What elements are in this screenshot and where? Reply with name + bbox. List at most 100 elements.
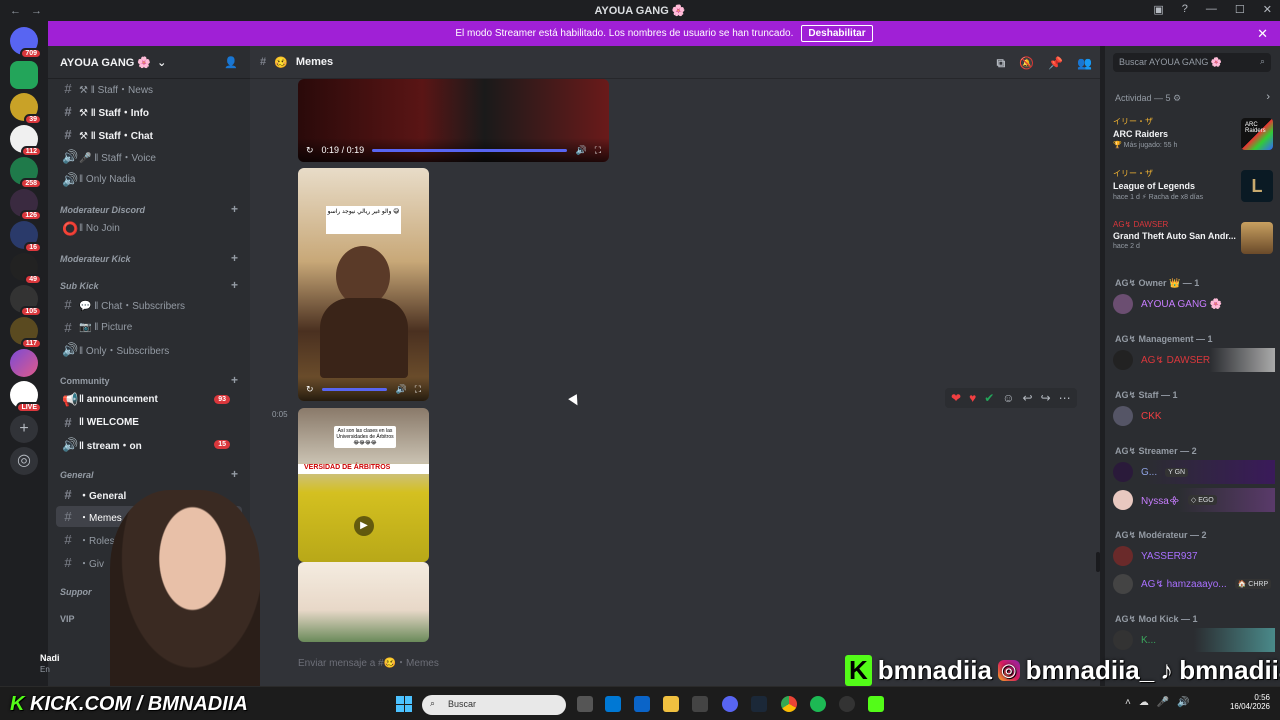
add-channel-icon[interactable]: + — [231, 278, 238, 292]
server-header[interactable]: AYOUA GANG 🌸 ⌄ 👤 — [48, 46, 250, 79]
activity-card[interactable]: イリー・ザ League of Legends hace 1 d ⚡ Racha… — [1113, 168, 1275, 214]
outlook-icon[interactable] — [634, 696, 650, 712]
server-icon[interactable]: 105 — [10, 285, 42, 317]
member-item[interactable]: Nyssa᯽ ◇ EGO — [1113, 488, 1275, 512]
disable-button[interactable]: Deshabilitar — [801, 25, 873, 42]
forward-icon[interactable]: ↪ — [1041, 391, 1051, 405]
channel-item[interactable]: # ‖ WELCOME — [56, 412, 242, 433]
replay-icon[interactable]: ↻ — [306, 384, 314, 395]
steam-icon[interactable] — [751, 696, 767, 712]
activity-card[interactable]: AG↯ DAWSER Grand Theft Auto San Andr... … — [1113, 220, 1275, 266]
member-item[interactable]: AYOUA GANG 🌸 — [1113, 292, 1275, 316]
channel-item[interactable]: 🔊 ‖ stream・on 15 — [56, 434, 242, 455]
task-view-icon[interactable] — [577, 696, 593, 712]
add-reaction-icon[interactable]: ☺ — [1002, 391, 1014, 405]
heart-react-icon[interactable]: ❤ — [951, 391, 961, 405]
search-input[interactable]: Buscar AYOUA GANG 🌸 ⌕ — [1113, 53, 1271, 72]
fullscreen-icon[interactable]: ⛶ — [595, 145, 601, 156]
discord-icon[interactable] — [722, 696, 738, 712]
category-mod-kick[interactable]: Moderateur Kick + — [60, 251, 242, 265]
chevron-right-icon[interactable]: › — [1266, 91, 1270, 103]
category-sub-kick[interactable]: Sub Kick + — [60, 278, 242, 292]
volume-icon[interactable]: 🔊 — [575, 145, 586, 156]
member-item[interactable]: K... — [1113, 628, 1275, 652]
channel-item[interactable]: # 💬 ‖ Chat・Subscribers — [56, 294, 242, 315]
category-general[interactable]: General + — [60, 467, 242, 481]
add-channel-icon[interactable]: + — [231, 202, 238, 216]
chevron-up-icon[interactable]: ˄ — [1125, 697, 1131, 708]
channel-item[interactable]: # ⚒ ‖ Staff・Info — [56, 101, 242, 122]
obs-icon[interactable] — [839, 696, 855, 712]
member-item[interactable]: AG↯ DAWSER — [1113, 348, 1275, 372]
more-icon[interactable]: ⋯ — [1059, 391, 1071, 405]
server-icon[interactable]: LIVE — [10, 381, 42, 413]
activity-header[interactable]: Actividad — 5 ⚙ — [1115, 93, 1181, 104]
chrome-icon[interactable] — [781, 696, 797, 712]
video-progress-bar[interactable] — [372, 148, 568, 152]
home-button[interactable]: 709 — [10, 27, 42, 59]
windows-start-icon[interactable] — [396, 696, 412, 712]
category-mod-discord[interactable]: Moderateur Discord + — [60, 202, 242, 216]
notification-bell-icon[interactable]: 🔕 — [1019, 56, 1034, 71]
file-explorer-icon[interactable] — [663, 696, 679, 712]
add-channel-icon[interactable]: + — [231, 373, 238, 387]
play-icon[interactable]: ▶ — [354, 516, 374, 536]
add-channel-icon[interactable]: + — [231, 251, 238, 265]
category-community[interactable]: Community + — [60, 373, 242, 387]
close-button[interactable]: ✕ — [1263, 3, 1272, 16]
app-icon[interactable] — [692, 696, 708, 712]
members-icon[interactable]: 👥 — [1077, 56, 1092, 71]
channel-item[interactable]: 📢 ‖ announcement 93 — [56, 389, 242, 410]
store-icon[interactable] — [605, 696, 621, 712]
member-item[interactable]: YASSER937 — [1113, 544, 1275, 568]
voice-channel-item[interactable]: 🔊 ‖ Only・Subscribers — [56, 339, 242, 360]
heart-icon[interactable]: ♥ — [969, 391, 976, 405]
video-player[interactable]: والو غير ريالي نيوجد راسو 😅 ↻ 🔊 ⛶ — [298, 168, 429, 401]
pin-icon[interactable]: 📌 — [1048, 56, 1063, 71]
invite-icon[interactable]: 👤 — [224, 56, 238, 69]
discover-icon[interactable]: ◎ — [10, 447, 38, 475]
video-thumbnail[interactable] — [298, 562, 429, 642]
server-icon[interactable]: 258 — [10, 157, 42, 189]
server-icon[interactable]: 112 — [10, 125, 42, 157]
activity-card[interactable]: イリー・ザ ARC Raiders 🏆 Más jugado: 55 h ARC… — [1113, 116, 1275, 162]
reply-icon[interactable]: ↩ — [1023, 391, 1033, 405]
inbox-icon[interactable]: ▣ — [1153, 3, 1163, 16]
add-server-icon[interactable]: + — [10, 415, 38, 443]
server-icon[interactable] — [10, 349, 38, 377]
close-icon[interactable]: ✕ — [1257, 26, 1268, 42]
minimize-button[interactable]: — — [1206, 3, 1217, 16]
spotify-icon[interactable] — [810, 696, 826, 712]
channel-item[interactable]: # 📷 ‖ Picture — [56, 317, 242, 338]
member-item[interactable]: CKK — [1113, 404, 1275, 428]
system-tray[interactable]: ˄ ☁ 🎤 🔊 — [1125, 697, 1190, 708]
channel-item[interactable]: ⭕ ‖ No Join — [56, 218, 242, 239]
voice-channel-item[interactable]: 🔊 🎤 ‖ Staff・Voice — [56, 146, 242, 167]
video-progress-bar[interactable] — [321, 387, 388, 391]
scrollbar-thumb[interactable] — [1096, 552, 1100, 572]
video-player[interactable]: ↻ 0:19 / 0:19 🔊 ⛶ — [298, 79, 609, 162]
server-icon[interactable]: 126 — [10, 189, 42, 221]
member-item[interactable]: AG↯ hamzaaayo... 🏠 CHRP — [1113, 572, 1275, 596]
voice-channel-item[interactable]: 🔊 ‖ Only Nadia — [56, 169, 242, 190]
server-icon[interactable]: 39 — [10, 93, 42, 125]
check-icon[interactable]: ✔ — [984, 391, 994, 405]
maximize-button[interactable]: ☐ — [1235, 3, 1245, 16]
clock[interactable]: 0:56 16/04/2026 — [1222, 693, 1270, 711]
server-icon[interactable]: 117 — [10, 317, 42, 349]
volume-icon[interactable]: 🔊 — [395, 384, 406, 395]
taskbar-search[interactable]: ⌕ Buscar — [422, 695, 566, 715]
replay-icon[interactable]: ↻ — [306, 145, 314, 156]
help-icon[interactable]: ? — [1182, 3, 1188, 16]
kick-app-icon[interactable] — [868, 696, 884, 712]
server-icon[interactable] — [10, 61, 38, 89]
threads-icon[interactable]: ⧉ — [997, 56, 1006, 71]
user-panel[interactable]: Nadi En — [8, 651, 98, 681]
channel-item[interactable]: # ⚒ ‖ Staff・Chat — [56, 124, 242, 145]
server-icon[interactable]: 16 — [10, 221, 42, 253]
fullscreen-icon[interactable]: ⛶ — [415, 384, 421, 395]
server-icon[interactable]: 49 — [10, 253, 42, 285]
video-thumbnail[interactable]: Así son las clases en las Universidades … — [298, 408, 429, 562]
channel-item[interactable]: # ⚒ ‖ Staff・News — [56, 78, 242, 99]
add-channel-icon[interactable]: + — [231, 467, 238, 481]
